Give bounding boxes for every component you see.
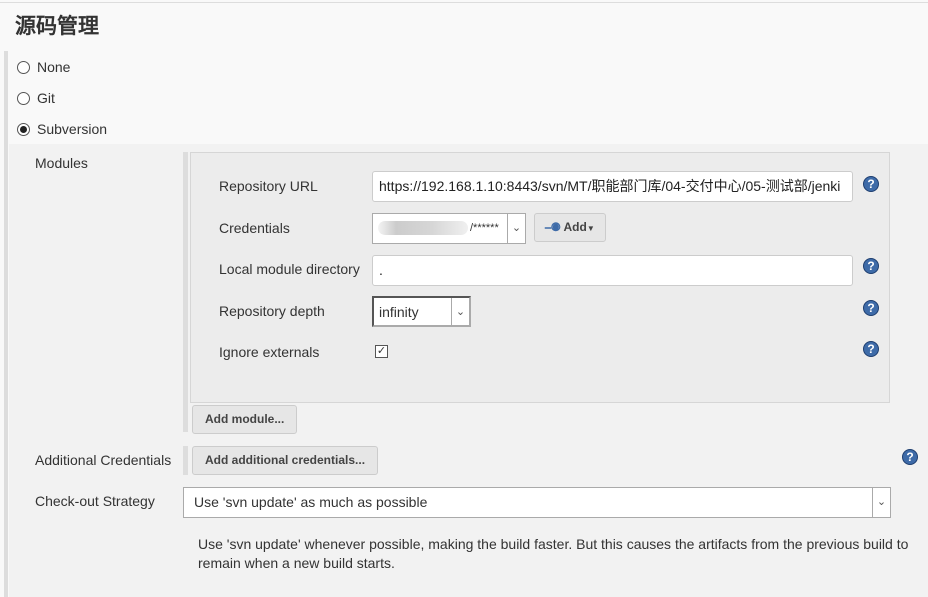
radio-git[interactable]: Git xyxy=(17,90,55,106)
modules-label: Modules xyxy=(35,155,88,171)
section-bar xyxy=(4,51,8,597)
chevron-down-icon: ⌄ xyxy=(451,298,469,327)
radio-none[interactable]: None xyxy=(17,59,70,75)
depth-select[interactable]: infinity ⌄ xyxy=(372,296,471,327)
radio-label: Subversion xyxy=(37,121,108,137)
repository-url-input[interactable]: https://192.168.1.10:8443/svn/MT/职能部门库/0… xyxy=(372,171,853,202)
repository-url-label: Repository URL xyxy=(219,178,318,194)
ignore-externals-checkbox[interactable]: ✓ xyxy=(375,345,388,358)
modules-bar xyxy=(183,152,188,432)
help-icon[interactable]: ? xyxy=(863,176,879,192)
redacted-user xyxy=(378,221,468,236)
radio-subversion[interactable]: Subversion xyxy=(17,121,107,137)
section-title: 源码管理 xyxy=(15,14,99,38)
local-dir-label: Local module directory xyxy=(219,261,360,277)
credentials-select[interactable]: /****** ⌄ xyxy=(372,213,526,244)
checkout-strategy-select[interactable]: Use 'svn update' as much as possible ⌄ xyxy=(183,487,891,518)
caret-icon: ▼ xyxy=(586,224,595,233)
help-icon[interactable]: ? xyxy=(863,341,879,357)
checkout-value: Use 'svn update' as much as possible xyxy=(194,494,428,510)
add-credentials-button[interactable]: ⎯◉ Add▼ xyxy=(534,213,606,242)
chevron-down-icon: ⌄ xyxy=(872,488,890,517)
key-icon: ⎯◉ xyxy=(545,220,561,234)
chevron-down-icon: ⌄ xyxy=(507,214,525,243)
radio-label: None xyxy=(37,59,71,75)
add-additional-credentials-button[interactable]: Add additional credentials... xyxy=(192,446,379,475)
depth-label: Repository depth xyxy=(219,303,325,319)
depth-value: infinity xyxy=(379,304,419,320)
help-icon[interactable]: ? xyxy=(902,449,918,465)
top-divider xyxy=(0,2,928,3)
help-icon[interactable]: ? xyxy=(863,300,879,316)
credentials-label: Credentials xyxy=(219,220,290,236)
credentials-bar xyxy=(183,446,188,475)
credentials-value: /****** xyxy=(470,222,499,234)
add-module-button[interactable]: Add module... xyxy=(192,405,298,434)
checkout-description: Use 'svn update' whenever possible, maki… xyxy=(198,536,909,571)
ignore-externals-label: Ignore externals xyxy=(219,344,320,360)
help-icon[interactable]: ? xyxy=(863,258,879,274)
additional-credentials-label: Additional Credentials xyxy=(35,452,172,468)
radio-icon[interactable] xyxy=(17,91,30,105)
checkout-strategy-label: Check-out Strategy xyxy=(35,493,155,509)
local-dir-input[interactable]: . xyxy=(372,255,853,286)
radio-label: Git xyxy=(37,90,55,106)
radio-icon[interactable] xyxy=(17,122,30,136)
radio-icon[interactable] xyxy=(17,60,30,74)
add-label: Add xyxy=(563,220,587,234)
